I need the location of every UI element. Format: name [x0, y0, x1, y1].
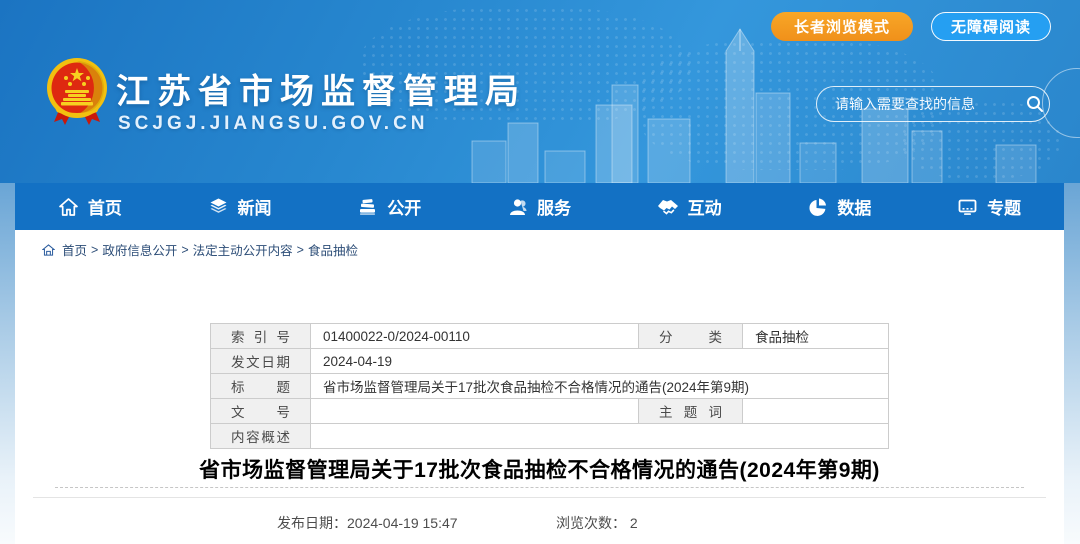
publish-date-value: 2024-04-19 15:47 — [347, 515, 458, 531]
books-icon — [357, 197, 378, 217]
main-nav: 首页 新闻 公开 服务 — [15, 183, 1064, 230]
meta-value-category: 食品抽检 — [743, 324, 889, 349]
meta-label-summary: 内容概述 — [211, 424, 311, 449]
person-icon — [507, 197, 528, 217]
table-row: 标题 省市场监督管理局关于17批次食品抽检不合格情况的通告(2024年第9期) — [211, 374, 889, 399]
meta-label-issue-date: 发文日期 — [211, 349, 311, 374]
nav-item-topics[interactable]: 专题 — [957, 194, 1021, 219]
search-input[interactable] — [817, 87, 1026, 121]
site-header-banner: 长者浏览模式 无障碍阅读 江苏省市场监督管理局 SCJGJ.JIANGSU.GO… — [0, 0, 1080, 183]
table-row: 索引号 01400022-0/2024-00110 分类 食品抽检 — [211, 324, 889, 349]
publish-date: 发布日期：2024-04-19 15:47 — [277, 513, 458, 533]
barrier-free-reading-button[interactable]: 无障碍阅读 — [931, 12, 1051, 41]
nav-item-services[interactable]: 服务 — [507, 194, 571, 219]
nav-label: 新闻 — [238, 194, 272, 219]
meta-value-doc-no — [311, 399, 639, 424]
solid-divider — [33, 497, 1046, 498]
nav-label: 互动 — [688, 194, 722, 219]
nav-label: 专题 — [987, 194, 1021, 219]
document-meta-table: 索引号 01400022-0/2024-00110 分类 食品抽检 发文日期 2… — [210, 323, 889, 449]
breadcrumb-separator: > — [297, 243, 304, 257]
page: 长者浏览模式 无障碍阅读 江苏省市场监督管理局 SCJGJ.JIANGSU.GO… — [0, 0, 1080, 544]
meta-value-summary — [311, 424, 889, 449]
elder-mode-button[interactable]: 长者浏览模式 — [771, 12, 913, 41]
table-row: 文号 主题词 — [211, 399, 889, 424]
nav-item-home[interactable]: 首页 — [58, 194, 122, 219]
nav-label: 公开 — [387, 194, 421, 219]
table-row: 发文日期 2024-04-19 — [211, 349, 889, 374]
nav-label: 数据 — [837, 194, 871, 219]
dashed-divider — [55, 487, 1024, 488]
meta-label-title: 标题 — [211, 374, 311, 399]
nav-label: 服务 — [537, 194, 571, 219]
pie-chart-icon — [807, 197, 828, 217]
article-title: 省市场监督管理局关于17批次食品抽检不合格情况的通告(2024年第9期) — [15, 454, 1064, 484]
publish-date-label: 发布日期： — [277, 515, 347, 531]
meta-label-category: 分类 — [639, 324, 743, 349]
meta-label-doc-no: 文号 — [211, 399, 311, 424]
view-count-label: 浏览次数： — [556, 515, 626, 531]
breadcrumb-item-food-sampling[interactable]: 食品抽检 — [308, 240, 358, 259]
publish-info-row: 发布日期：2024-04-19 15:47 浏览次数： 2 — [15, 507, 1064, 537]
nav-item-news[interactable]: 新闻 — [208, 194, 272, 219]
nav-item-data[interactable]: 数据 — [807, 194, 871, 219]
nav-item-disclosure[interactable]: 公开 — [357, 194, 421, 219]
view-count: 浏览次数： 2 — [556, 513, 638, 533]
breadcrumb-separator: > — [91, 243, 98, 257]
breadcrumb-separator: > — [181, 243, 188, 257]
meta-label-keywords: 主题词 — [639, 399, 743, 424]
site-search-box — [816, 86, 1050, 122]
breadcrumb-item-home[interactable]: 首页 — [62, 240, 87, 259]
home-outline-icon — [42, 244, 55, 256]
home-icon — [58, 197, 79, 217]
meta-value-keywords — [743, 399, 889, 424]
search-icon[interactable] — [1026, 95, 1044, 113]
meta-label-index-no: 索引号 — [211, 324, 311, 349]
meta-value-index-no: 01400022-0/2024-00110 — [311, 324, 639, 349]
site-domain: SCJGJ.JIANGSU.GOV.CN — [118, 113, 429, 135]
layers-icon — [208, 197, 229, 217]
nav-item-interaction[interactable]: 互动 — [657, 194, 722, 219]
monitor-icon — [957, 197, 978, 217]
breadcrumb: 首页 > 政府信息公开 > 法定主动公开内容 > 食品抽检 — [42, 240, 1064, 259]
table-row: 内容概述 — [211, 424, 889, 449]
meta-value-issue-date: 2024-04-19 — [311, 349, 889, 374]
national-emblem-logo — [45, 56, 109, 126]
breadcrumb-item-gov-info[interactable]: 政府信息公开 — [102, 240, 177, 259]
view-count-value: 2 — [630, 515, 638, 531]
handshake-icon — [657, 197, 679, 217]
meta-value-title: 省市场监督管理局关于17批次食品抽检不合格情况的通告(2024年第9期) — [311, 374, 889, 399]
site-title: 江苏省市场监督管理局 — [116, 64, 526, 113]
content-card: 首页 新闻 公开 服务 — [15, 183, 1064, 544]
nav-label: 首页 — [88, 194, 122, 219]
breadcrumb-item-statutory[interactable]: 法定主动公开内容 — [193, 240, 293, 259]
